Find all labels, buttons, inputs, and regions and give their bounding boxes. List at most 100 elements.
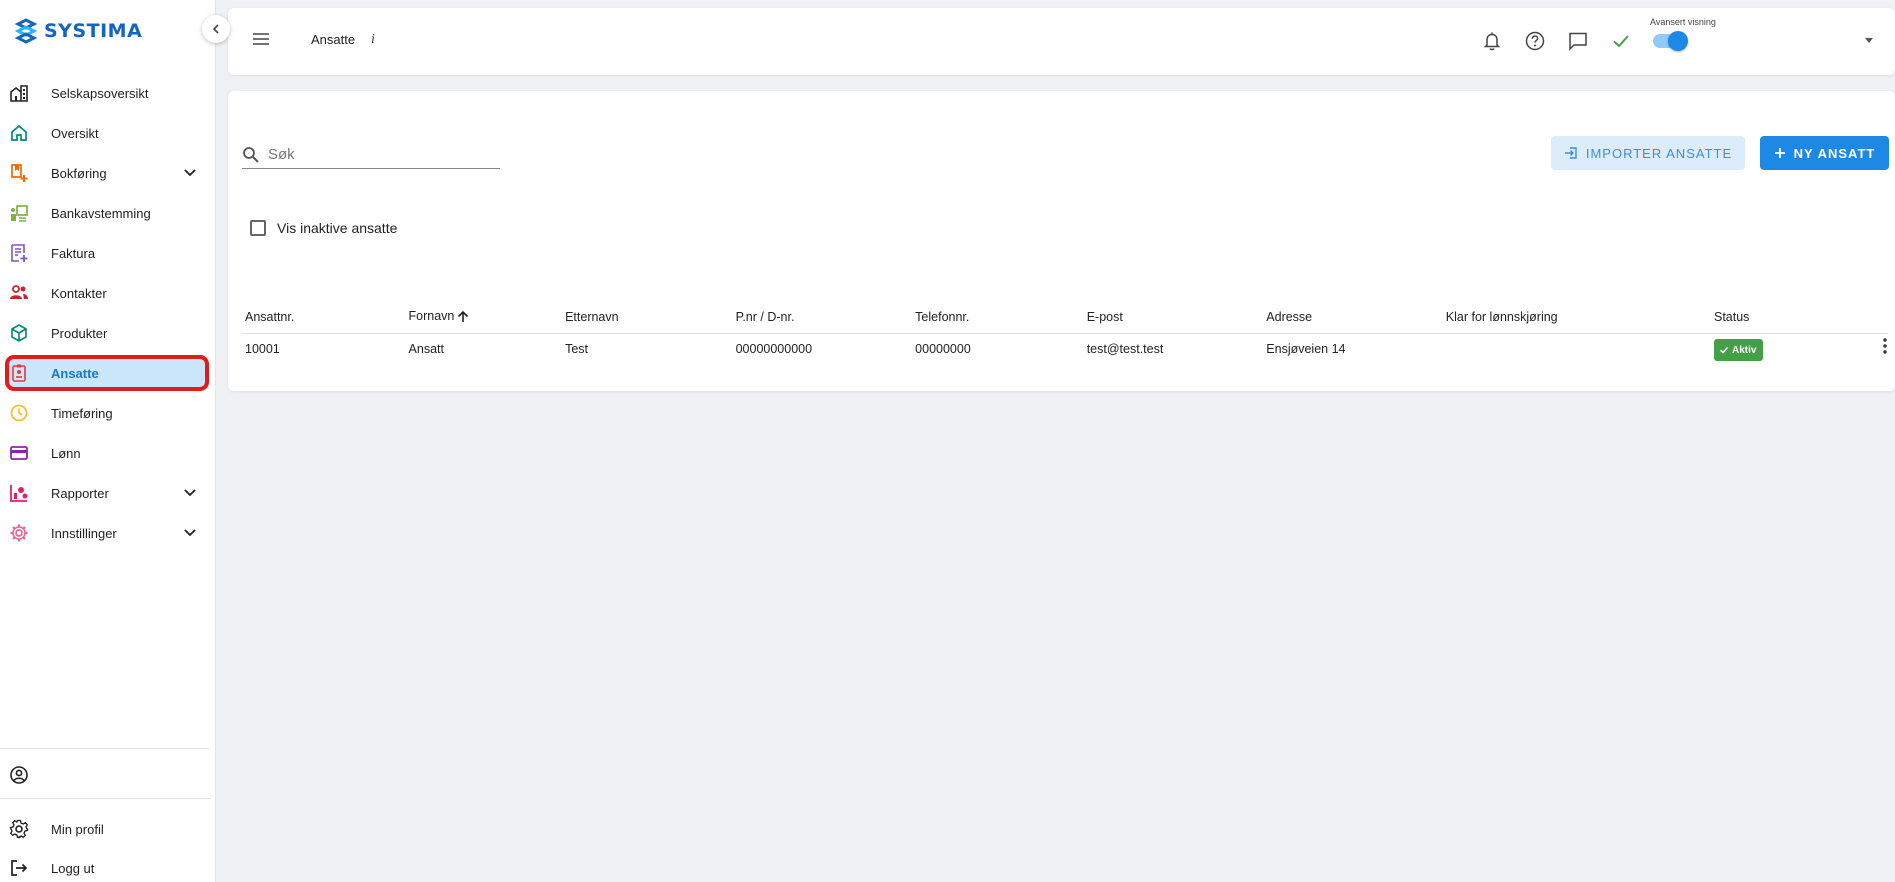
clock-icon (10, 404, 28, 422)
more-options-icon[interactable] (1882, 337, 1888, 355)
table-row[interactable]: 10001 Ansatt Test 00000000000 00000000 t… (242, 333, 1888, 365)
column-header-epost[interactable]: E-post (1083, 301, 1264, 334)
divider (0, 798, 210, 799)
cell-status: Aktiv (1711, 333, 1888, 365)
cell-ansattnr: 10001 (245, 342, 280, 357)
column-label: Etternavn (565, 309, 619, 324)
check-icon[interactable] (1610, 30, 1632, 52)
sidebar-item-faktura[interactable]: Faktura (0, 233, 216, 273)
sidebar-item-selskapsoversikt[interactable]: Selskapsoversikt (0, 73, 216, 113)
bell-icon[interactable] (1481, 30, 1503, 52)
new-employee-label: NY ANSATT (1793, 145, 1876, 161)
check-icon (1719, 347, 1729, 354)
sidebar-item-label: Rapporter (51, 485, 109, 501)
advanced-view-label: Avansert visning (1650, 17, 1716, 27)
sidebar-item-label: Faktura (51, 245, 96, 261)
help-icon[interactable] (1524, 30, 1546, 52)
sort-ascending-icon[interactable] (456, 310, 470, 324)
search-field[interactable] (242, 141, 500, 169)
column-header-status[interactable]: Status (1710, 301, 1888, 334)
search-input[interactable] (268, 146, 488, 163)
import-icon (1564, 147, 1577, 159)
column-header-ansattnr[interactable]: Ansattnr. (242, 301, 406, 334)
sidebar-item-oversikt[interactable]: Oversikt (0, 113, 216, 153)
caret-down-icon[interactable] (1865, 38, 1873, 43)
sidebar-item-label: Bokføring (51, 165, 107, 181)
cell-telefon: 00000000 (915, 342, 971, 357)
sidebar-item-label: Kontakter (51, 285, 107, 301)
invoice-icon (11, 244, 28, 262)
cell-klar (1443, 333, 1711, 365)
chat-icon[interactable] (1567, 30, 1589, 52)
sidebar-item-logg-ut[interactable]: Logg ut (0, 848, 216, 882)
column-label: Ansattnr. (245, 309, 295, 324)
card-icon (10, 446, 28, 460)
plus-icon (1774, 148, 1785, 158)
column-label: Telefonnr. (915, 309, 970, 324)
min-profil-label: Min profil (51, 821, 104, 837)
sidebar-item-label: Ansatte (51, 365, 99, 381)
sidebar-item-rapporter[interactable]: Rapporter (0, 473, 216, 513)
column-header-telefonnr[interactable]: Telefonnr. (912, 301, 1084, 334)
logg-ut-label: Logg ut (51, 860, 95, 876)
sidebar-item-lonn[interactable]: Lønn (0, 433, 216, 473)
sidebar-item-label: Lønn (51, 445, 81, 461)
sidebar-item-timeforing[interactable]: Timeføring (0, 393, 216, 433)
import-employees-button[interactable]: IMPORTER ANSATTE (1551, 136, 1745, 170)
hamburger-menu-icon[interactable] (252, 31, 270, 47)
sidebar: SYSTIMA Selskapsoversikt Oversikt Bokfør… (0, 0, 216, 882)
sidebar-item-ansatte[interactable]: Ansatte (0, 353, 216, 393)
column-label: E-post (1086, 309, 1123, 324)
top-bar: Ansatte i Avansert visning (228, 8, 1895, 75)
status-badge: Aktiv (1713, 339, 1764, 362)
column-label: Fornavn (408, 309, 455, 324)
table-header-row: Ansattnr. Fornavn Etternavn P.nr / D-nr.… (242, 301, 1888, 334)
sidebar-item-label: Bankavstemming (51, 205, 151, 221)
employees-table: Ansattnr. Fornavn Etternavn P.nr / D-nr.… (242, 301, 1888, 365)
user-avatar-icon[interactable] (9, 765, 29, 785)
column-label: Klar for lønnskjøring (1445, 309, 1558, 324)
sidebar-item-label: Oversikt (51, 125, 99, 141)
show-inactive-checkbox-row[interactable]: Vis inaktive ansatte (250, 220, 397, 236)
sidebar-item-min-profil[interactable]: Min profil (0, 809, 216, 849)
cell-etternavn: Test (565, 342, 589, 357)
home-icon (11, 124, 27, 141)
chevron-down-icon[interactable] (183, 526, 197, 540)
divider (0, 748, 210, 749)
sidebar-item-label: Timeføring (51, 405, 113, 421)
show-inactive-checkbox[interactable] (250, 220, 266, 236)
sidebar-item-label: Selskapsoversikt (51, 85, 149, 101)
chevron-down-icon[interactable] (183, 486, 197, 500)
new-employee-button[interactable]: NY ANSATT (1760, 136, 1889, 170)
cell-fornavn: Ansatt (408, 342, 444, 357)
logo[interactable]: SYSTIMA (14, 18, 142, 44)
column-label: P.nr / D-nr. (735, 309, 795, 324)
sidebar-item-produkter[interactable]: Produkter (0, 313, 216, 353)
gear-icon (9, 819, 29, 839)
column-label: Adresse (1266, 309, 1313, 324)
collapse-sidebar-button[interactable] (202, 15, 230, 43)
info-icon[interactable]: i (371, 32, 375, 48)
sidebar-item-bokforing[interactable]: Bokføring (0, 153, 216, 193)
reports-icon (10, 485, 28, 502)
status-label: Aktiv (1731, 344, 1757, 356)
import-label: IMPORTER ANSATTE (1585, 145, 1733, 161)
sidebar-item-innstillinger[interactable]: Innstillinger (0, 513, 216, 553)
column-label: Status (1713, 309, 1750, 324)
sidebar-item-label: Innstillinger (51, 525, 117, 541)
column-header-fornavn[interactable]: Fornavn (405, 301, 563, 334)
column-header-klar-for-lonnskjoring[interactable]: Klar for lønnskjøring (1442, 301, 1711, 334)
employee-badge-icon (12, 364, 26, 382)
contacts-icon (10, 285, 28, 299)
search-icon (243, 146, 259, 163)
cell-adresse: Ensjøveien 14 (1266, 342, 1346, 357)
active-highlight (5, 355, 209, 391)
column-header-etternavn[interactable]: Etternavn (562, 301, 733, 334)
column-header-pnr[interactable]: P.nr / D-nr. (732, 301, 913, 334)
sidebar-item-bankavstemming[interactable]: Bankavstemming (0, 193, 216, 233)
advanced-view-toggle[interactable] (1653, 31, 1688, 51)
page-title: Ansatte (311, 32, 356, 47)
column-header-adresse[interactable]: Adresse (1263, 301, 1443, 334)
chevron-down-icon[interactable] (183, 166, 197, 180)
sidebar-item-kontakter[interactable]: Kontakter (0, 273, 216, 313)
